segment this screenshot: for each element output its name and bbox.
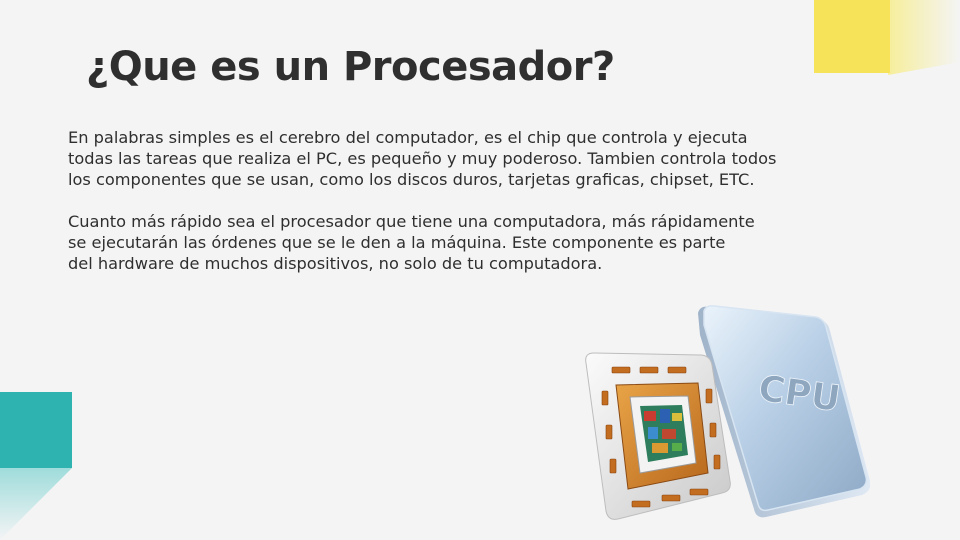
processor-chip <box>585 352 731 520</box>
yellow-corner-decoration <box>814 0 960 75</box>
text-line: Cuanto más rápido sea el procesador que … <box>68 212 755 231</box>
paragraph-definition: En palabras simples es el cerebro del co… <box>68 127 928 190</box>
slide: ¿Que es un Procesador? En palabras simpl… <box>0 0 960 540</box>
slide-title: ¿Que es un Procesador? <box>86 44 615 90</box>
body-text: En palabras simples es el cerebro del co… <box>68 127 928 274</box>
text-line: En palabras simples es el cerebro del co… <box>68 128 748 147</box>
paragraph-speed: Cuanto más rápido sea el procesador que … <box>68 211 928 274</box>
cpu-illustration: CPU <box>585 305 870 520</box>
text-line: del hardware de muchos dispositivos, no … <box>68 254 603 273</box>
teal-corner-decoration <box>0 392 72 540</box>
text-line: los componentes que se usan, como los di… <box>68 170 755 189</box>
text-line: se ejecutarán las órdenes que se le den … <box>68 233 726 252</box>
text-line: todas las tareas que realiza el PC, es p… <box>68 149 777 168</box>
